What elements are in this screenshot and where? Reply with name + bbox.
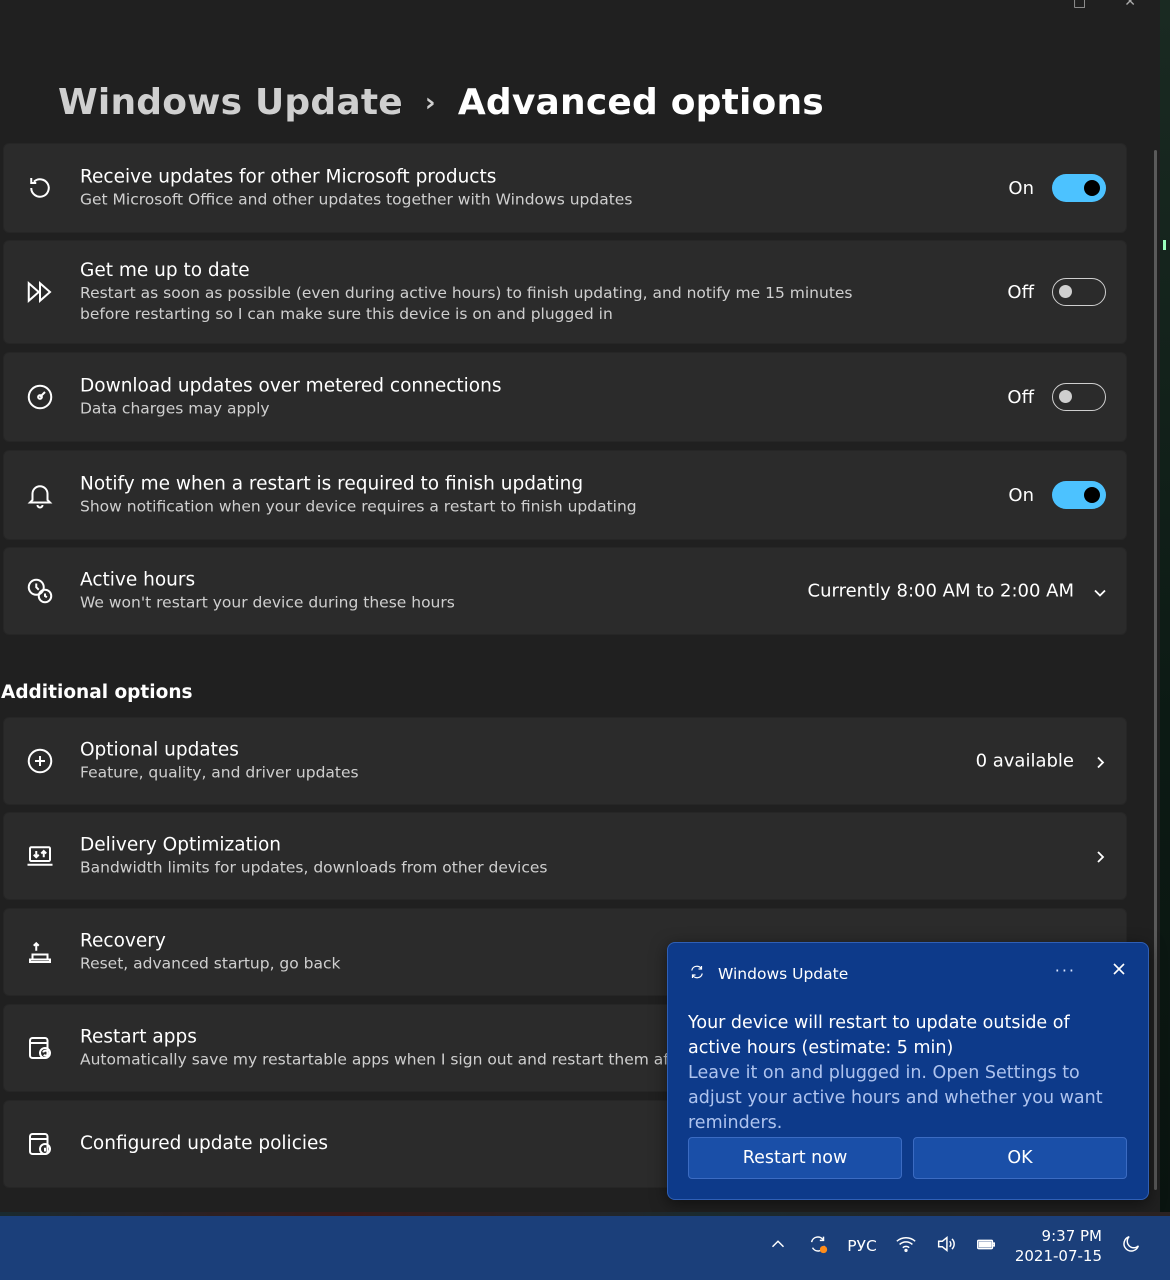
toggle-state-label: Off <box>1007 386 1034 408</box>
chevron-up-icon[interactable] <box>767 1233 789 1259</box>
setting-desc: Data charges may apply <box>80 399 270 418</box>
ok-button[interactable]: OK <box>913 1137 1127 1179</box>
setting-title: Notify me when a restart is required to … <box>80 473 584 495</box>
breadcrumb-separator-icon: › <box>424 87 436 118</box>
fast-forward-icon <box>24 276 56 308</box>
more-options-icon[interactable]: ··· <box>1055 961 1076 980</box>
clock-date: 2021-07-15 <box>1014 1247 1102 1265</box>
breadcrumb-parent[interactable]: Windows Update <box>58 82 403 123</box>
system-tray: РУС 9:37 PM 2021-07-15 <box>767 1226 1142 1266</box>
active-hours-value: Currently 8:00 AM to 2:00 AM <box>807 580 1074 602</box>
toast-message: Your device will restart to update outsi… <box>688 1011 1128 1136</box>
update-notification-toast: Windows Update ··· Your device will rest… <box>667 942 1149 1200</box>
taskbar: РУС 9:37 PM 2021-07-15 <box>0 1212 1170 1280</box>
policy-icon <box>24 1128 56 1160</box>
chevron-down-icon[interactable] <box>1092 584 1106 598</box>
setting-get-up-to-date[interactable]: Get me up to date Restart as soon as pos… <box>3 240 1127 344</box>
setting-title: Get me up to date <box>80 260 250 281</box>
update-tray-icon[interactable] <box>807 1233 829 1259</box>
setting-desc: Show notification when your device requi… <box>80 497 637 516</box>
setting-notify-restart[interactable]: Notify me when a restart is required to … <box>3 450 1127 540</box>
toggle-state-label: Off <box>1007 281 1034 303</box>
setting-delivery-optimization[interactable]: Delivery Optimization Bandwidth limits f… <box>3 812 1127 900</box>
gauge-icon <box>24 381 56 413</box>
setting-desc: We won't restart your device during thes… <box>80 593 455 612</box>
clock[interactable]: 9:37 PM 2021-07-15 <box>1015 1226 1102 1266</box>
close-window-icon[interactable]: ✕ <box>1124 0 1136 10</box>
toggle-state-label: On <box>1008 177 1034 199</box>
setting-title: Download updates over metered connection… <box>80 375 502 397</box>
setting-title: Optional updates <box>80 739 239 761</box>
delivery-icon <box>24 840 56 872</box>
wifi-icon[interactable] <box>895 1233 917 1259</box>
restart-now-button[interactable]: Restart now <box>688 1137 902 1179</box>
restart-apps-icon <box>24 1032 56 1064</box>
notify-restart-toggle[interactable] <box>1052 481 1106 509</box>
setting-metered-connections[interactable]: Download updates over metered connection… <box>3 352 1127 442</box>
section-heading: Additional options <box>1 682 193 703</box>
metered-toggle[interactable] <box>1052 383 1106 411</box>
setting-desc: Restart as soon as possible (even during… <box>80 284 853 323</box>
setting-active-hours[interactable]: Active hours We won't restart your devic… <box>3 547 1127 635</box>
focus-assist-icon[interactable] <box>1120 1233 1142 1259</box>
setting-title: Recovery <box>80 930 166 952</box>
setting-title: Receive updates for other Microsoft prod… <box>80 166 497 188</box>
setting-desc: Get Microsoft Office and other updates t… <box>80 190 633 209</box>
maximize-icon[interactable]: □ <box>1073 0 1086 10</box>
desktop-edge <box>1160 0 1170 1212</box>
setting-receive-updates[interactable]: Receive updates for other Microsoft prod… <box>3 143 1127 233</box>
setting-desc: Bandwidth limits for updates, downloads … <box>80 858 548 877</box>
close-icon[interactable] <box>1112 961 1126 980</box>
receive-updates-toggle[interactable] <box>1052 174 1106 202</box>
language-indicator[interactable]: РУС <box>847 1237 877 1255</box>
sync-icon <box>688 963 706 985</box>
chevron-right-icon[interactable] <box>1092 754 1106 768</box>
setting-desc: Automatically save my restartable apps w… <box>80 1050 670 1069</box>
clock-icon <box>24 575 56 607</box>
page-title: Advanced options <box>457 82 824 123</box>
toast-app-name: Windows Update <box>718 965 849 983</box>
window-controls: □ ✕ <box>1073 0 1136 10</box>
get-up-to-date-toggle[interactable] <box>1052 278 1106 306</box>
battery-icon[interactable] <box>975 1233 997 1259</box>
recovery-icon <box>24 936 56 968</box>
chevron-right-icon[interactable] <box>1092 849 1106 863</box>
toast-secondary-text: Leave it on and plugged in. Open Setting… <box>688 1063 1103 1133</box>
setting-title: Delivery Optimization <box>80 834 282 856</box>
setting-title: Active hours <box>80 569 196 591</box>
sync-icon <box>24 172 56 204</box>
setting-desc: Feature, quality, and driver updates <box>80 763 359 782</box>
setting-desc: Reset, advanced startup, go back <box>80 954 341 973</box>
toggle-state-label: On <box>1008 484 1034 506</box>
scrollbar[interactable] <box>1154 150 1157 1190</box>
bell-icon <box>24 479 56 511</box>
clock-time: 9:37 PM <box>1041 1227 1102 1245</box>
setting-title: Configured update policies <box>80 1133 329 1154</box>
breadcrumb: Windows Update › Advanced options <box>58 82 824 123</box>
setting-optional-updates[interactable]: Optional updates Feature, quality, and d… <box>3 717 1127 805</box>
toast-header: Windows Update <box>688 963 848 985</box>
optional-updates-count: 0 available <box>975 750 1074 772</box>
volume-icon[interactable] <box>935 1233 957 1259</box>
toast-primary-text: Your device will restart to update outsi… <box>688 1013 1070 1058</box>
plus-circle-icon <box>24 745 56 777</box>
setting-title: Restart apps <box>80 1026 197 1048</box>
